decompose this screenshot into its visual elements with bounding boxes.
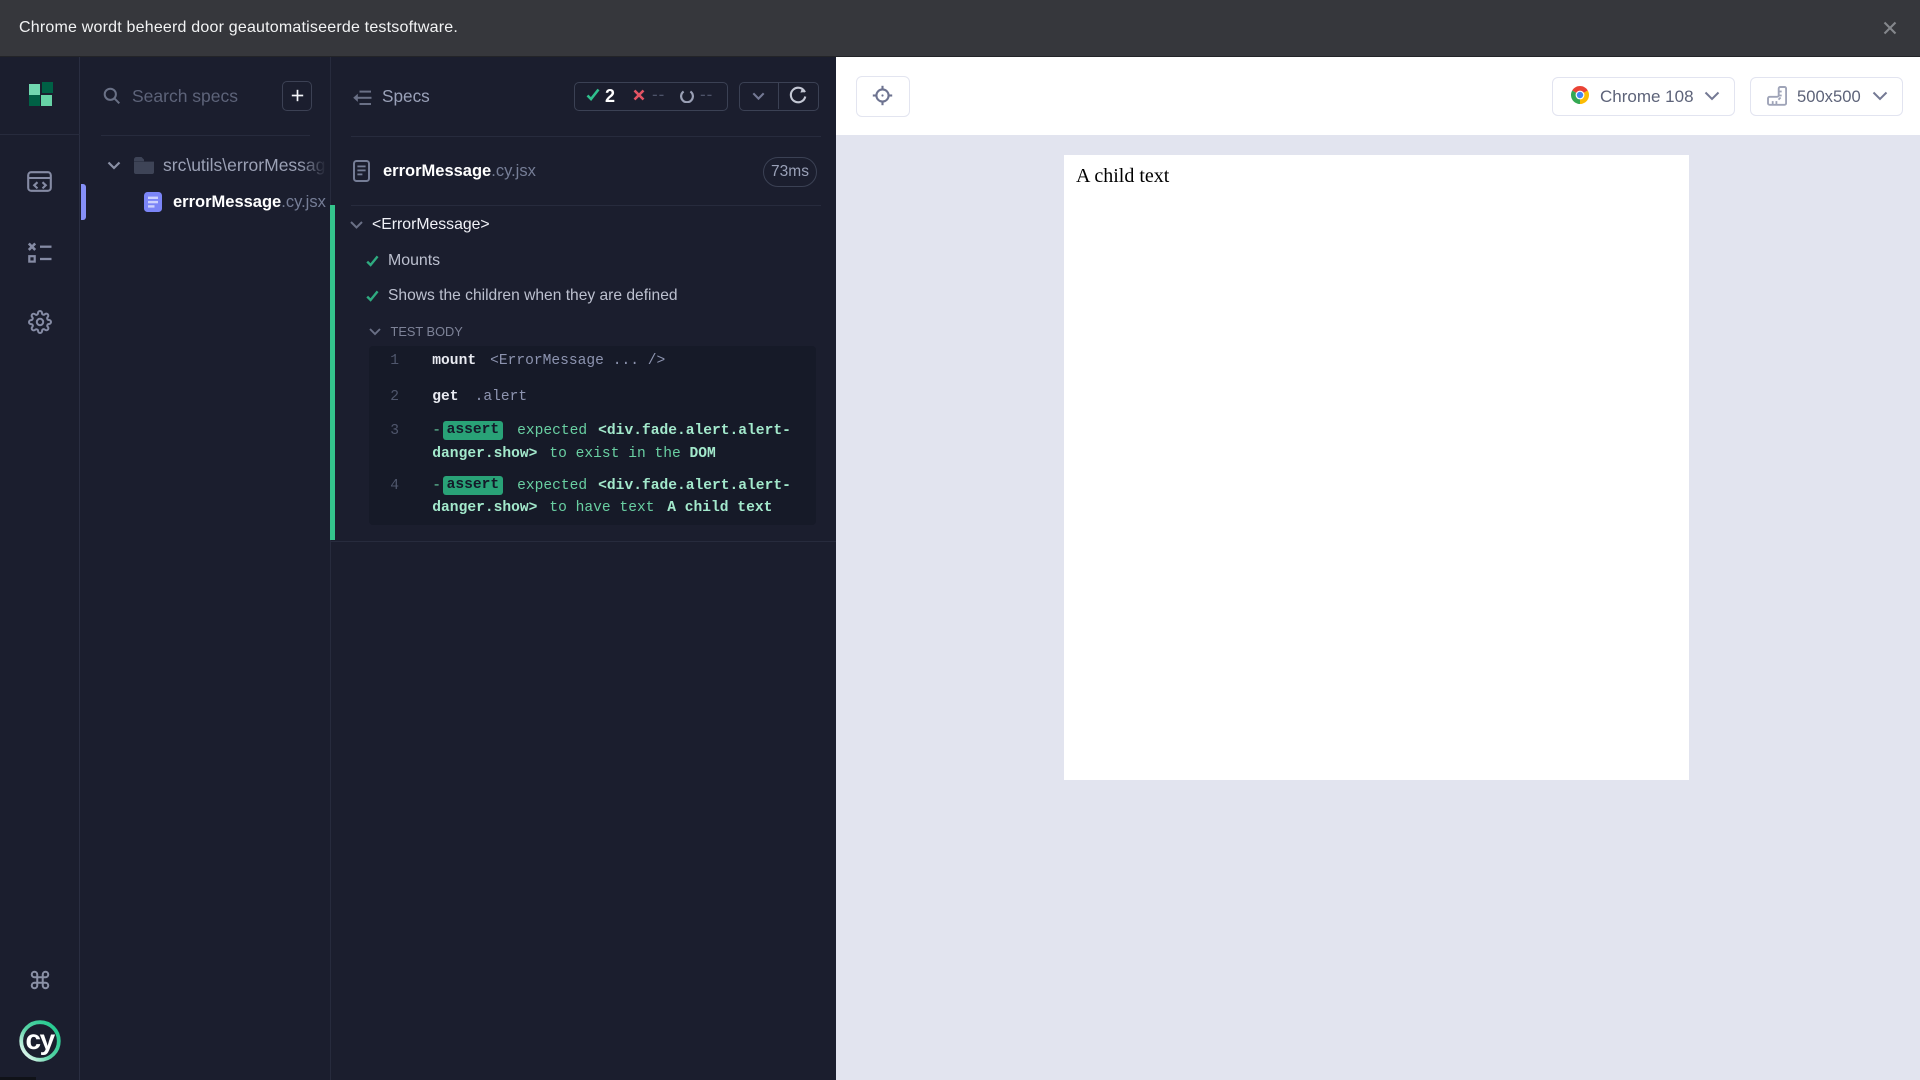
svg-text:cy: cy: [26, 1024, 56, 1055]
